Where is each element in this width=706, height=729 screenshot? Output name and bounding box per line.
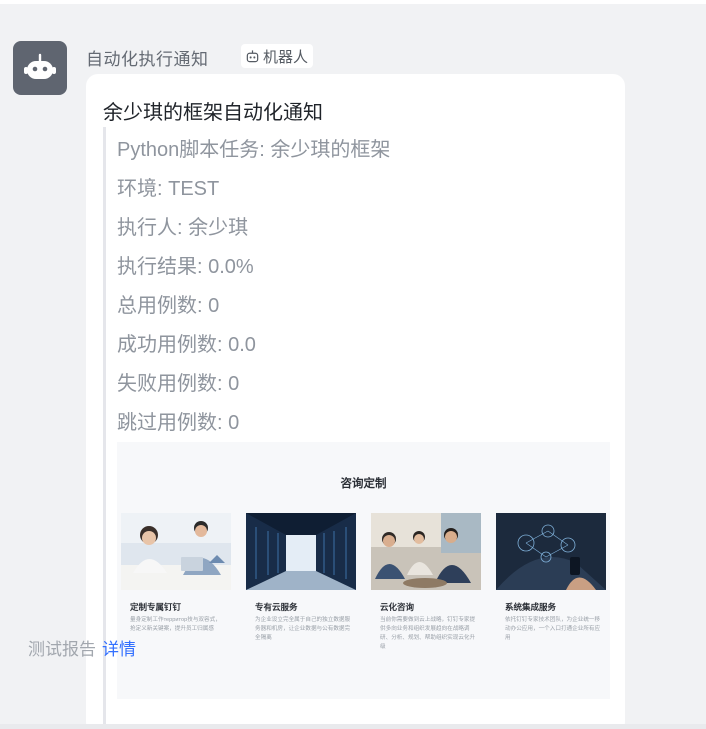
meeting-photo: [121, 513, 231, 590]
field-task: Python脚本任务: 余少琪的框架: [117, 139, 391, 161]
robot-avatar[interactable]: [13, 41, 67, 95]
integration-photo: [496, 513, 606, 590]
bot-tag: 机器人: [241, 44, 314, 68]
service-desc: 当前你需要做到云上战略，钉钉专家提供多向业务和组织发展趋向在战略调研、分析、规划…: [380, 617, 476, 650]
service-card: 云化咨询 当前你需要做到云上战略，钉钉专家提供多向业务和组织发展趋向在战略调研、…: [371, 513, 481, 652]
service-title: 定制专属钉钉: [130, 602, 182, 612]
service-card: 定制专属钉钉 量身定制工作территор技与双容式，抢定义新关键案，提升员工归…: [121, 513, 231, 634]
quote-block: Python脚本任务: 余少琪的框架 环境: TEST 执行人: 余少琪 执行结…: [103, 127, 613, 729]
chat-window: 自动化执行通知 机器人 余少琪的框架自动化通知 Python脚本任务: 余少琪的…: [0, 0, 706, 729]
sender-name[interactable]: 自动化执行通知: [86, 45, 209, 70]
field-skipped: 跳过用例数: 0: [117, 412, 240, 434]
field-env: 环境: TEST: [117, 178, 220, 200]
bottom-strip: [0, 724, 706, 729]
robot-icon: [24, 53, 56, 79]
report-label: 测试报告: [28, 640, 96, 659]
service-card: 系统集成服务 依托钉钉专家技术团队，为企业统一移动办公应用，一个入口打通企业所有…: [496, 513, 606, 643]
service-card: 专有云服务 为企业设立完全属于自己的独立数据服务器和机房，让企业数据与公有数据完…: [246, 513, 356, 643]
message-card[interactable]: 余少琪的框架自动化通知 Python脚本任务: 余少琪的框架 环境: TEST …: [86, 74, 625, 729]
field-passed: 成功用例数: 0.0: [117, 334, 256, 356]
report-footer: 测试报告 详情: [28, 635, 136, 660]
service-title: 专有云服务: [255, 602, 298, 612]
service-desc: 依托钉钉专家技术团队，为企业统一移动办公应用，一个入口打通企业所有应用: [505, 617, 601, 641]
bot-tag-label: 机器人: [263, 48, 309, 66]
details-link[interactable]: 详情: [102, 640, 136, 659]
promo-title: 咨询定制: [340, 478, 387, 490]
top-bar: [0, 0, 706, 4]
service-title: 云化咨询: [380, 602, 415, 612]
service-desc: 为企业设立完全属于自己的独立数据服务器和机房，让企业数据与公有数据完全隔离: [255, 617, 351, 641]
card-title: 余少琪的框架自动化通知: [103, 102, 323, 124]
server-room-photo: [246, 513, 356, 590]
robot-icon: [246, 49, 259, 62]
promo-image[interactable]: 咨询定制 定制专属钉钉 量身定制工作территор技与双容式，抢定义新关键案，…: [117, 442, 610, 699]
field-executor: 执行人: 余少琪: [117, 217, 249, 239]
field-failed: 失败用例数: 0: [117, 373, 240, 395]
service-desc: 量身定制工作территор技与双容式，抢定义新关键案，提升员工归属感: [130, 617, 221, 632]
consulting-photo: [371, 513, 481, 590]
field-result: 执行结果: 0.0%: [117, 256, 254, 278]
field-total: 总用例数: 0: [117, 295, 220, 317]
service-title: 系统集成服务: [505, 602, 557, 612]
